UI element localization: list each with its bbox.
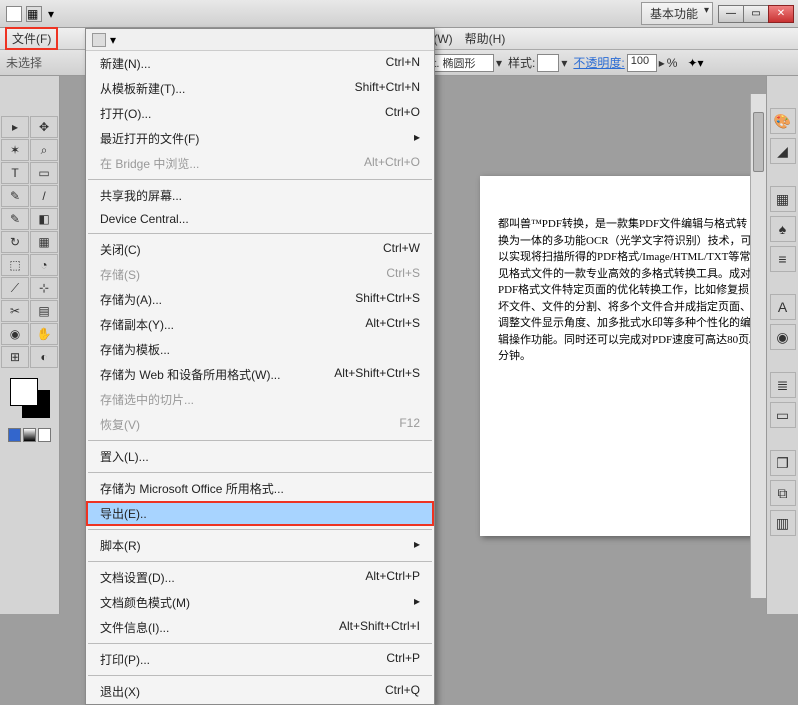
- menu-item[interactable]: 存储为 Microsoft Office 所用格式...: [86, 476, 434, 501]
- menu-file[interactable]: 文件(F): [6, 28, 57, 49]
- menu-item[interactable]: 从模板新建(T)...Shift+Ctrl+N: [86, 76, 434, 101]
- tool-button[interactable]: ▸: [1, 116, 29, 138]
- tool-button[interactable]: ✋: [30, 323, 58, 345]
- tool-button[interactable]: ⊹: [30, 277, 58, 299]
- menu-grid-icon[interactable]: ▦: [26, 6, 42, 22]
- color-mode-none[interactable]: [38, 428, 51, 442]
- menu-item[interactable]: 存储副本(Y)...Alt+Ctrl+S: [86, 312, 434, 337]
- tool-button[interactable]: ◧: [30, 208, 58, 230]
- opacity-label[interactable]: 不透明度:: [573, 54, 624, 71]
- palette-button[interactable]: ▥: [770, 510, 796, 536]
- menu-item: 存储(S)Ctrl+S: [86, 262, 434, 287]
- menu-item[interactable]: 脚本(R)▸: [86, 533, 434, 558]
- menu-item[interactable]: 存储为模板...: [86, 337, 434, 362]
- tool-button[interactable]: ↻: [1, 231, 29, 253]
- tool-button[interactable]: ▭: [30, 162, 58, 184]
- style-dropdown[interactable]: [537, 54, 559, 72]
- tool-button[interactable]: ⬚: [1, 254, 29, 276]
- grid-icon[interactable]: [92, 33, 106, 47]
- color-mode-row: [8, 428, 51, 442]
- menu-item[interactable]: 存储为 Web 和设备所用格式(W)...Alt+Shift+Ctrl+S: [86, 362, 434, 387]
- scrollbar-thumb[interactable]: [753, 112, 764, 172]
- menu-caret-icon[interactable]: ▾: [48, 7, 54, 21]
- tool-button[interactable]: ◐: [30, 346, 58, 368]
- tool-button[interactable]: ✥: [30, 116, 58, 138]
- menu-item[interactable]: 打开(O)...Ctrl+O: [86, 101, 434, 126]
- menu-item[interactable]: 关闭(C)Ctrl+W: [86, 237, 434, 262]
- palette-button[interactable]: ♠: [770, 216, 796, 242]
- minimize-button[interactable]: —: [718, 5, 744, 23]
- palette-button[interactable]: A: [770, 294, 796, 320]
- menu-item[interactable]: 打印(P)...Ctrl+P: [86, 647, 434, 672]
- extra-options-icon[interactable]: ✦▾: [687, 56, 703, 70]
- tool-button[interactable]: /: [30, 185, 58, 207]
- menu-item[interactable]: 退出(X)Ctrl+Q: [86, 679, 434, 704]
- palette-button[interactable]: ◢: [770, 138, 796, 164]
- menu-item[interactable]: 文档设置(D)...Alt+Ctrl+P: [86, 565, 434, 590]
- menu-item: 在 Bridge 中浏览...Alt+Ctrl+O: [86, 151, 434, 176]
- palette-button[interactable]: 🎨: [770, 108, 796, 134]
- tool-button[interactable]: ✂: [1, 300, 29, 322]
- color-mode-solid[interactable]: [8, 428, 21, 442]
- palette-button[interactable]: ▭: [770, 402, 796, 428]
- menu-item[interactable]: 文件信息(I)...Alt+Shift+Ctrl+I: [86, 615, 434, 640]
- palette-button[interactable]: ≡: [770, 246, 796, 272]
- palette-button[interactable]: ⧉: [770, 480, 796, 506]
- tool-button[interactable]: ◔: [30, 254, 58, 276]
- tool-button[interactable]: ◉: [1, 323, 29, 345]
- tool-button[interactable]: ✶: [1, 139, 29, 161]
- caret-icon[interactable]: ▾: [110, 33, 116, 47]
- tool-panel: ▸✥✶⌕T▭✎/✎◧↻▦⬚◔⟋⊹✂▤◉✋⊞◐: [0, 76, 60, 614]
- maximize-button[interactable]: ▭: [743, 5, 769, 23]
- tool-button[interactable]: ▤: [30, 300, 58, 322]
- menu-item[interactable]: 文档颜色模式(M)▸: [86, 590, 434, 615]
- menu-help[interactable]: 帮助(H): [459, 28, 512, 49]
- palette-button[interactable]: ◉: [770, 324, 796, 350]
- titlebar: ▦ ▾ 基本功能 — ▭ ✕: [0, 0, 798, 28]
- file-menu-dropdown: ▾ 新建(N)...Ctrl+N从模板新建(T)...Shift+Ctrl+N打…: [85, 28, 435, 705]
- menu-item[interactable]: 共享我的屏幕...: [86, 183, 434, 208]
- document-text: 都叫兽™PDF转换，是一款集PDF文件编辑与格式转换为一体的多功能OCR（光学文…: [498, 216, 754, 365]
- tool-button[interactable]: T: [1, 162, 29, 184]
- app-icon: [6, 6, 22, 22]
- workspace-switcher[interactable]: 基本功能: [641, 2, 713, 25]
- menu-item[interactable]: 导出(E)..: [86, 501, 434, 526]
- dropdown-header: ▾: [86, 29, 434, 51]
- fill-color[interactable]: [10, 378, 38, 406]
- color-swatch[interactable]: [10, 378, 50, 418]
- menu-item[interactable]: Device Central...: [86, 208, 434, 230]
- palette-button[interactable]: ≣: [770, 372, 796, 398]
- tool-button[interactable]: ⊞: [1, 346, 29, 368]
- tool-button[interactable]: ✎: [1, 185, 29, 207]
- opacity-field: 不透明度: 100 ▸ %: [573, 54, 677, 72]
- tool-button[interactable]: ⌕: [30, 139, 58, 161]
- palette-button[interactable]: ▦: [770, 186, 796, 212]
- palette-dock: 🎨 ◢ ▦ ♠ ≡ A ◉ ≣ ▭ ❐ ⧉ ▥: [766, 76, 798, 614]
- tool-button[interactable]: ✎: [1, 208, 29, 230]
- selection-status: 未选择: [6, 54, 42, 71]
- color-mode-gradient[interactable]: [23, 428, 36, 442]
- menu-item[interactable]: 存储为(A)...Shift+Ctrl+S: [86, 287, 434, 312]
- menu-item[interactable]: 新建(N)...Ctrl+N: [86, 51, 434, 76]
- close-button[interactable]: ✕: [768, 5, 794, 23]
- window-buttons: — ▭ ✕: [719, 5, 794, 23]
- opacity-input[interactable]: 100: [627, 54, 657, 72]
- menu-item: 存储选中的切片...: [86, 387, 434, 412]
- style-field: 样式: ▾: [508, 54, 567, 72]
- palette-button[interactable]: ❐: [770, 450, 796, 476]
- tool-button[interactable]: ▦: [30, 231, 58, 253]
- menu-item: 恢复(V)F12: [86, 412, 434, 437]
- tool-button[interactable]: ⟋: [1, 277, 29, 299]
- artboard[interactable]: 都叫兽™PDF转换，是一款集PDF文件编辑与格式转换为一体的多功能OCR（光学文…: [480, 176, 760, 536]
- scrollbar-vertical[interactable]: [750, 94, 766, 598]
- menu-item[interactable]: 最近打开的文件(F)▸: [86, 126, 434, 151]
- menu-item[interactable]: 置入(L)...: [86, 444, 434, 469]
